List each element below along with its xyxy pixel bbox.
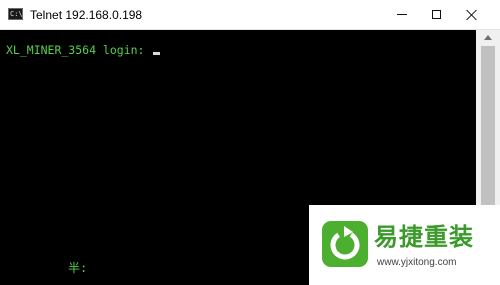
telnet-window: C:\ Telnet 192.168.0.198 XL_MINER_3564 l… [0,0,500,285]
login-prompt-line: XL_MINER_3564 login: [6,43,161,57]
maximize-icon [431,10,441,19]
ime-status-indicator: 半: [68,261,88,275]
text-cursor [153,52,161,55]
window-title: Telnet 192.168.0.198 [30,8,143,22]
scroll-up-button[interactable] [476,30,500,44]
maximize-button[interactable] [420,0,452,29]
minimize-icon [397,14,407,15]
arrow-up-icon [484,34,492,40]
login-prompt: XL_MINER_3564 login: [6,43,152,57]
console-app-icon[interactable]: C:\ [8,8,23,20]
close-button[interactable] [456,0,488,29]
refresh-logo-icon [322,221,368,267]
minimize-button[interactable] [386,0,418,29]
title-bar[interactable]: C:\ Telnet 192.168.0.198 [0,0,500,30]
console-app-icon-label: C:\ [10,10,23,18]
watermark-title: 易捷重装 [374,223,474,251]
watermark-badge: 易捷重装 www.yjxitong.com [309,205,500,285]
close-icon [466,9,478,21]
watermark-url: www.yjxitong.com [377,257,457,268]
